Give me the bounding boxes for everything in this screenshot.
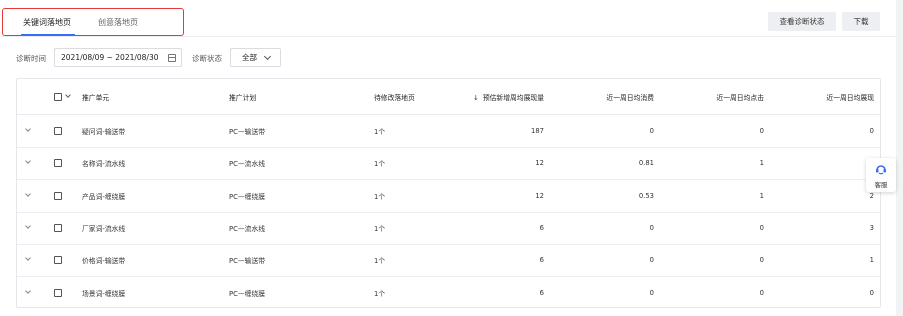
cell-pending: 1个 — [374, 192, 386, 201]
cell-unit: 产品词-缠绕膜 — [82, 192, 126, 201]
time-filter-label: 诊断时间 — [16, 54, 46, 63]
chevron-down-icon — [263, 52, 272, 61]
cell-plan: PC—输送带 — [229, 128, 266, 136]
tab-creative-landing[interactable]: 创意落地页 — [98, 17, 138, 28]
cell-cost: 0.81 — [638, 159, 654, 168]
header-pending: 待修改落地页 — [374, 93, 415, 102]
header-cost: 近一周日均消费 — [606, 93, 654, 102]
cell-pending: 1个 — [374, 257, 386, 266]
cell-pending: 1个 — [374, 224, 386, 233]
cell-impressions: 2 — [869, 191, 874, 200]
header-click: 近一周日均点击 — [716, 93, 764, 102]
cell-est: 187 — [531, 127, 544, 135]
cell-unit: 名称词-流水线 — [82, 160, 126, 169]
expand-chevron-icon[interactable] — [25, 287, 31, 294]
cell-cost: 0.53 — [638, 191, 654, 200]
cell-est: 6 — [539, 256, 544, 265]
cell-est: 12 — [535, 191, 544, 200]
row-checkbox[interactable] — [54, 288, 62, 297]
cell-plan: PC—流水线 — [229, 224, 266, 233]
cell-pending: 1个 — [374, 289, 386, 298]
table-row: 场景词-缠绕膜 PC—缠绕膜 1个 6 0 0 0 — [17, 277, 880, 308]
cell-click: 1 — [759, 191, 764, 200]
status-filter-label: 诊断状态 — [192, 54, 222, 63]
cell-impressions: 1 — [869, 256, 874, 265]
row-checkbox[interactable] — [54, 191, 62, 200]
select-menu-chevron-icon[interactable] — [65, 91, 71, 98]
date-range-value: 2021/08/09 ~ 2021/08/30 — [61, 53, 159, 62]
cell-pending: 1个 — [374, 128, 386, 136]
cell-est: 12 — [535, 159, 544, 168]
cell-click: 0 — [759, 223, 764, 232]
headset-icon — [876, 165, 886, 175]
date-range-picker[interactable]: 2021/08/09 ~ 2021/08/30 — [54, 48, 182, 67]
row-checkbox[interactable] — [54, 223, 62, 232]
status-select-value: 全部 — [242, 53, 257, 62]
calendar-icon — [168, 54, 176, 62]
table-row: 疑问词-输送带 PC—输送带 1个 187 0 0 0 — [17, 115, 880, 148]
cell-click: 0 — [759, 127, 764, 135]
tab-keyword-landing[interactable]: 关键词落地页 — [23, 17, 71, 28]
cell-est: 6 — [539, 288, 544, 297]
select-all-checkbox[interactable] — [54, 92, 62, 101]
cell-plan: PC—缠绕膜 — [229, 289, 266, 298]
cell-click: 0 — [759, 288, 764, 297]
status-select[interactable]: 全部 — [230, 48, 281, 67]
service-label: 客服 — [874, 181, 888, 189]
cell-est: 6 — [539, 223, 544, 232]
expand-chevron-icon[interactable] — [25, 126, 31, 132]
cell-pending: 1个 — [374, 160, 386, 169]
cell-cost: 0 — [649, 256, 654, 265]
table-header: 推广单元 推广计划 待修改落地页 ↓ 预估新增周均展现量 近一周日均消费 近一周日… — [17, 79, 880, 115]
tab-divider — [0, 36, 896, 37]
cell-impressions: 3 — [869, 223, 874, 232]
diagnosis-table: 推广单元 推广计划 待修改落地页 ↓ 预估新增周均展现量 近一周日均消费 近一周日… — [16, 78, 881, 308]
table-row: 产品词-缠绕膜 PC—缠绕膜 1个 12 0.53 1 2 — [17, 180, 880, 213]
table-row: 名称词-流水线PC—流水线1个120.8111 — [17, 147, 880, 181]
cell-unit: 厂家词-流水线 — [82, 224, 126, 233]
cell-click: 1 — [759, 159, 764, 168]
row-checkbox[interactable] — [54, 256, 62, 265]
expand-chevron-icon[interactable] — [25, 158, 31, 165]
cell-plan: PC—缠绕膜 — [229, 192, 266, 201]
cell-click: 0 — [759, 256, 764, 265]
header-unit: 推广单元 — [82, 93, 110, 102]
cell-cost: 0 — [649, 288, 654, 297]
header-plan: 推广计划 — [229, 93, 257, 102]
cell-unit: 价格词-输送带 — [82, 257, 126, 266]
cell-unit: 疑问词-输送带 — [82, 128, 126, 136]
main-panel: 关键词落地页 创意落地页 查看诊断状态 下载 诊断时间 2021/08/09 ~… — [0, 0, 896, 316]
expand-chevron-icon[interactable] — [25, 223, 31, 229]
sort-down-arrow-icon: ↓ — [472, 93, 479, 102]
header-est-label: 预估新增周均展现量 — [482, 93, 544, 102]
cell-unit: 场景词-缠绕膜 — [82, 289, 126, 298]
cell-cost: 0 — [649, 127, 654, 135]
header-est-sortable[interactable]: ↓ 预估新增周均展现量 — [473, 92, 544, 102]
table-row: 厂家词-流水线 PC—流水线 1个 6 0 0 3 — [17, 212, 880, 245]
expand-chevron-icon[interactable] — [25, 255, 31, 262]
table-row: 价格词-输送带 PC—输送带 1个 6 0 0 1 — [17, 244, 880, 278]
check-status-button[interactable]: 查看诊断状态 — [768, 12, 836, 31]
cell-plan: PC—输送带 — [229, 257, 266, 266]
cell-impressions: 0 — [869, 127, 874, 135]
cell-plan: PC—流水线 — [229, 160, 266, 169]
tab-bar-highlight: 关键词落地页 创意落地页 — [2, 8, 184, 36]
row-checkbox[interactable] — [54, 159, 62, 168]
cell-impressions: 0 — [869, 288, 874, 297]
download-button[interactable]: 下载 — [842, 12, 880, 31]
row-checkbox[interactable] — [54, 127, 62, 135]
expand-chevron-icon[interactable] — [25, 190, 31, 197]
customer-service-widget[interactable]: 客服 — [866, 158, 896, 192]
cell-cost: 0 — [649, 223, 654, 232]
header-impressions: 近一周日均展现 — [826, 93, 874, 102]
